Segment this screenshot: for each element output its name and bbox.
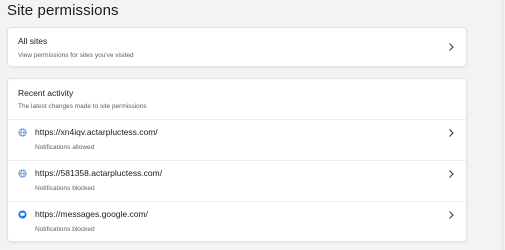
globe-icon [18, 169, 27, 178]
chevron-right-icon [449, 129, 454, 137]
recent-activity-item[interactable]: https://messages.google.com/ Notificatio… [8, 202, 466, 242]
site-url: https://581358.actarpluctess.com/ [35, 168, 163, 178]
recent-activity-title: Recent activity [18, 88, 74, 98]
recent-activity-subtitle: The latest changes made to site permissi… [18, 103, 147, 110]
globe-icon [18, 128, 27, 137]
recent-activity-item[interactable]: https://xn4iqv.actarpluctess.com/ Notifi… [8, 120, 466, 160]
recent-activity-card: Recent activity The latest changes made … [7, 78, 467, 242]
site-status: Notifications blocked [35, 226, 95, 233]
site-url: https://messages.google.com/ [35, 209, 148, 219]
all-sites-card[interactable]: All sites View permissions for sites you… [7, 27, 467, 67]
page-title: Site permissions [7, 2, 119, 19]
site-status: Notifications allowed [35, 144, 95, 151]
site-status: Notifications blocked [35, 185, 95, 192]
google-messages-icon [18, 210, 27, 219]
recent-activity-item[interactable]: https://581358.actarpluctess.com/ Notifi… [8, 161, 466, 201]
chevron-right-icon [449, 170, 454, 178]
site-url: https://xn4iqv.actarpluctess.com/ [35, 127, 158, 137]
scrollbar[interactable] [501, 0, 504, 250]
chevron-right-icon [449, 211, 454, 219]
all-sites-subtitle: View permissions for sites you've visite… [18, 52, 134, 59]
chevron-right-icon [449, 43, 454, 51]
all-sites-title: All sites [18, 36, 48, 46]
